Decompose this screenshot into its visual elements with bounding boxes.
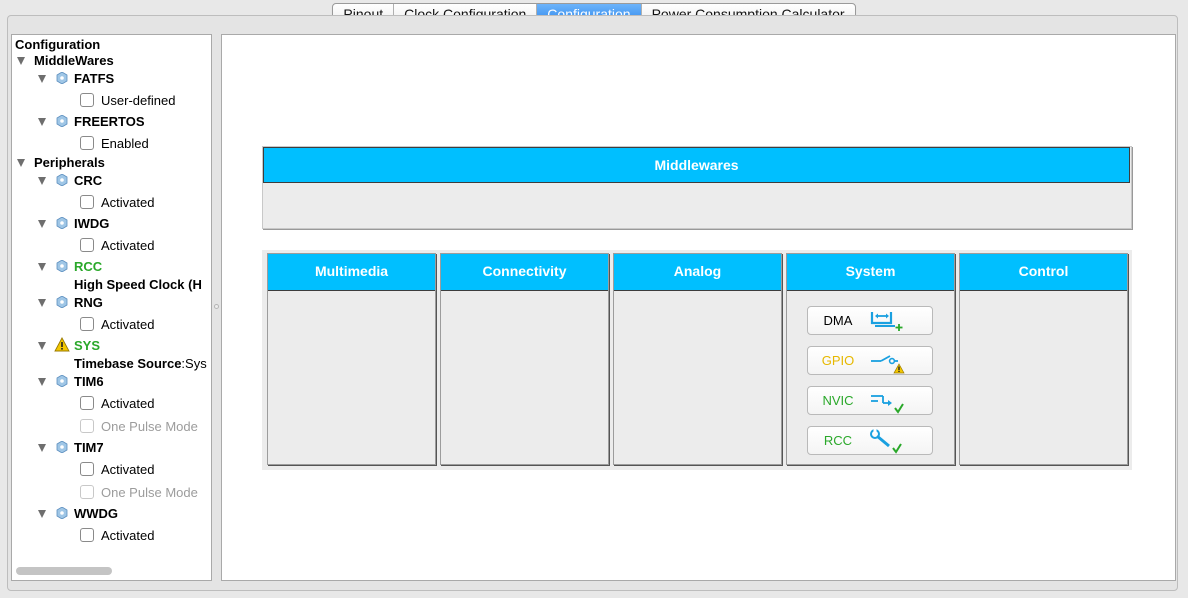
expand-triangle-icon[interactable]: [38, 75, 46, 83]
category-system: System DMA GPIO NVIC RCC: [786, 253, 955, 465]
expand-triangle-icon[interactable]: [38, 299, 46, 307]
configuration-tree: Configuration MiddleWares FATFS User-def…: [11, 34, 212, 581]
tim7-one-pulse-mode-checkbox[interactable]: [80, 485, 94, 499]
component-cube-icon: [56, 115, 68, 127]
tim7-activated-label: Activated: [101, 462, 155, 477]
sys-timebase-source-value: Sys: [185, 356, 207, 371]
category-header: Control: [960, 254, 1127, 291]
expand-triangle-icon[interactable]: [38, 510, 46, 518]
expand-triangle-icon[interactable]: [38, 444, 46, 452]
expand-triangle-icon[interactable]: [38, 118, 46, 126]
tim6-one-pulse-mode-label: One Pulse Mode: [101, 419, 198, 434]
dma-button[interactable]: DMA: [807, 306, 933, 335]
category-control: Control: [959, 253, 1128, 465]
tree-item-iwdg[interactable]: IWDG: [74, 214, 109, 234]
expand-triangle-icon[interactable]: [38, 342, 46, 350]
tim6-activated-label: Activated: [101, 396, 155, 411]
expand-triangle-icon[interactable]: [38, 220, 46, 228]
component-cube-icon: [56, 174, 68, 186]
tree-item-wwdg[interactable]: WWDG: [74, 504, 118, 524]
crc-activated-label: Activated: [101, 195, 155, 210]
expand-triangle-icon[interactable]: [38, 177, 46, 185]
gpio-icon: [871, 355, 905, 374]
category-header: Multimedia: [268, 254, 435, 291]
category-header: Analog: [614, 254, 781, 291]
horizontal-scrollbar[interactable]: [14, 567, 209, 576]
dma-icon: [870, 312, 903, 331]
rcc-button-label: RCC: [823, 433, 853, 448]
expand-triangle-icon[interactable]: [38, 378, 46, 386]
dma-button-label: DMA: [823, 313, 853, 328]
tim7-activated-checkbox[interactable]: [80, 462, 94, 476]
component-cube-icon: [56, 441, 68, 453]
freertos-enabled-checkbox[interactable]: [80, 136, 94, 150]
tree-item-sys[interactable]: SYS: [74, 336, 100, 356]
rng-activated-checkbox[interactable]: [80, 317, 94, 331]
category-analog: Analog: [613, 253, 782, 465]
nvic-button-label: NVIC: [822, 393, 854, 408]
sys-timebase-source: Timebase Source:Sys: [74, 354, 207, 374]
sys-timebase-source-key: Timebase Source: [74, 356, 182, 371]
tree-item-crc[interactable]: CRC: [74, 171, 102, 191]
gpio-button[interactable]: GPIO: [807, 346, 933, 375]
rcc-high-speed-clock-label: High Speed Clock (H: [74, 277, 202, 292]
tree-item-rng[interactable]: RNG: [74, 293, 103, 313]
expand-triangle-icon[interactable]: [17, 57, 25, 65]
iwdg-activated-label: Activated: [101, 238, 155, 253]
tree-item-freertos[interactable]: FREERTOS: [74, 112, 145, 132]
tree-item-fatfs[interactable]: FATFS: [74, 69, 114, 89]
splitter-grip-icon[interactable]: [214, 304, 219, 309]
tim6-activated-checkbox[interactable]: [80, 396, 94, 410]
component-cube-icon: [56, 217, 68, 229]
component-cube-icon: [56, 375, 68, 387]
tree-middlewares[interactable]: MiddleWares: [34, 51, 114, 71]
scrollbar-thumb[interactable]: [16, 567, 112, 575]
nvic-button[interactable]: NVIC: [807, 386, 933, 415]
crc-activated-checkbox[interactable]: [80, 195, 94, 209]
category-multimedia: Multimedia: [267, 253, 436, 465]
rng-activated-label: Activated: [101, 317, 155, 332]
warning-icon: [54, 337, 70, 352]
panel-splitter[interactable]: [213, 34, 220, 581]
component-cube-icon: [56, 72, 68, 84]
tree-item-tim7[interactable]: TIM7: [74, 438, 104, 458]
tree-item-tim6[interactable]: TIM6: [74, 372, 104, 392]
tim7-one-pulse-mode-label: One Pulse Mode: [101, 485, 198, 500]
middlewares-header: Middlewares: [263, 147, 1130, 183]
category-header: System: [787, 254, 954, 291]
fatfs-user-defined-label: User-defined: [101, 93, 176, 108]
tree-peripherals[interactable]: Peripherals: [34, 153, 105, 173]
component-cube-icon: [56, 260, 68, 272]
component-cube-icon: [56, 507, 68, 519]
wwdg-activated-checkbox[interactable]: [80, 528, 94, 542]
iwdg-activated-checkbox[interactable]: [80, 238, 94, 252]
gpio-button-label: GPIO: [821, 353, 855, 368]
tree-item-rcc[interactable]: RCC: [74, 257, 102, 277]
expand-triangle-icon[interactable]: [38, 263, 46, 271]
category-header: Connectivity: [441, 254, 608, 291]
nvic-icon: [871, 395, 904, 414]
rcc-button[interactable]: RCC: [807, 426, 933, 455]
rcc-wrench-icon: [870, 429, 902, 454]
fatfs-user-defined-checkbox[interactable]: [80, 93, 94, 107]
freertos-enabled-label: Enabled: [101, 136, 149, 151]
wwdg-activated-label: Activated: [101, 528, 155, 543]
tim6-one-pulse-mode-checkbox[interactable]: [80, 419, 94, 433]
category-connectivity: Connectivity: [440, 253, 609, 465]
expand-triangle-icon[interactable]: [17, 159, 25, 167]
component-cube-icon: [56, 296, 68, 308]
